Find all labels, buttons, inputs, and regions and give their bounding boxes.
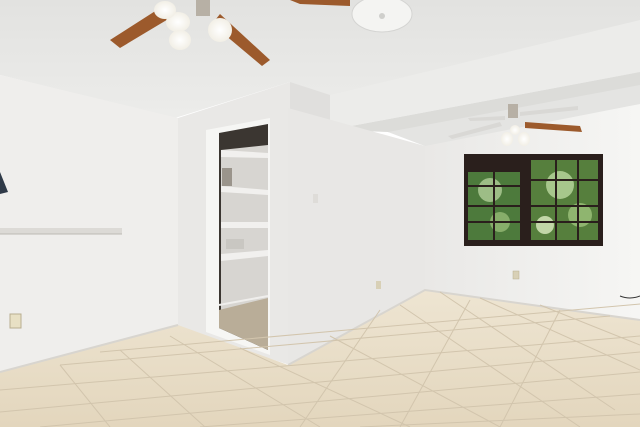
left-wall — [0, 75, 178, 372]
wall-outlet — [9, 313, 22, 329]
empty-room-photo — [0, 0, 640, 427]
closet-shelf — [221, 222, 268, 228]
window — [464, 154, 603, 246]
wall-shelf — [0, 228, 122, 234]
room-illustration — [0, 0, 640, 427]
